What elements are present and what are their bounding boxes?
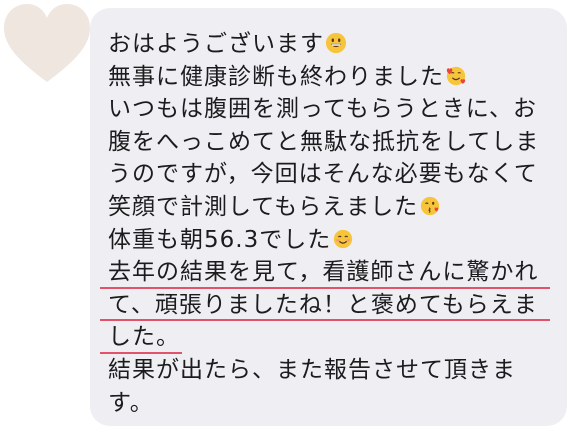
message-line: うのですが，今回はそんな必要もなくて [108,161,538,188]
message-line: す。 [108,389,154,416]
message-line-highlighted: 去年の結果を見て，看護師さんに驚かれ [100,256,557,289]
face-blowing-kiss-icon [421,196,440,216]
smiling-face-with-hearts-icon [446,66,466,85]
message-line: おはようございます [108,28,557,61]
message-line: 無事に健康診断も終わりました [108,61,557,94]
message-line-highlighted: した。 [100,321,557,354]
message-bubble[interactable]: おはようございます 無事に健康診断も終わりました いつもは腹囲を測ってもらうとき… [90,8,567,426]
message-line: 体重も朝56.3でした [108,224,557,257]
message-line-highlighted: て、頑張りましたね！と褒めてもらえま [100,289,557,322]
message-line: 結果が出たら、また報告させて頂きま [108,356,516,383]
grinning-face-icon [325,32,347,54]
heart-avatar-icon [4,4,90,82]
message-line: いつもは腹囲を測ってもらうときに、お [108,96,538,123]
message-line: 腹をへっこめてと無駄な抵抗をしてしま [108,128,540,155]
message-line: 笑顔で計測してもらえました [108,191,557,224]
smiling-face-with-smiling-eyes-icon [334,229,353,248]
